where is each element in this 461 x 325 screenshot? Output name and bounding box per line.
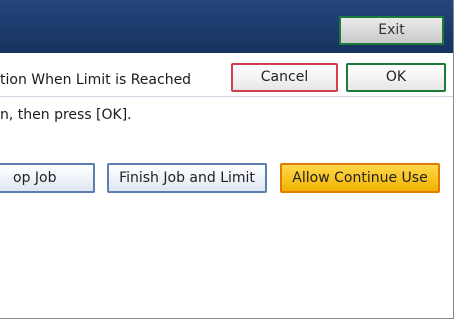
cancel-button[interactable]: Cancel bbox=[231, 63, 338, 92]
allow-continue-use-button[interactable]: Allow Continue Use bbox=[280, 163, 440, 193]
instruction-text: n, then press [OK]. bbox=[0, 107, 132, 123]
stop-job-button[interactable]: op Job bbox=[0, 163, 95, 193]
top-header-bar: Exit bbox=[0, 0, 453, 53]
dialog-title: tion When Limit is Reached bbox=[0, 72, 192, 88]
ok-button[interactable]: OK bbox=[346, 63, 446, 92]
screen-frame: Exit tion When Limit is Reached Cancel O… bbox=[0, 0, 454, 319]
finish-job-and-limit-button[interactable]: Finish Job and Limit bbox=[107, 163, 267, 193]
exit-button[interactable]: Exit bbox=[339, 16, 444, 45]
